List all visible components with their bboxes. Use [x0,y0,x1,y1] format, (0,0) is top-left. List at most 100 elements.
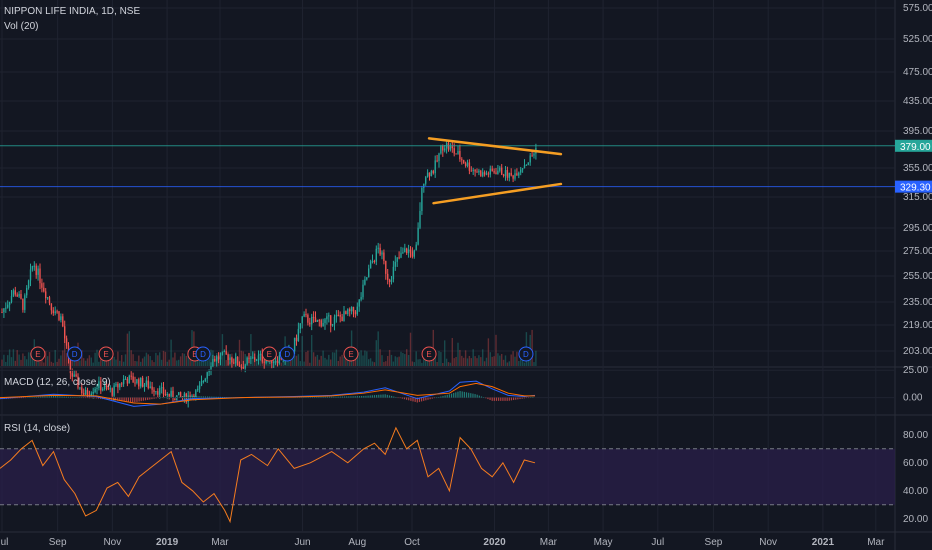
chart-canvas[interactable]: 379.00329.30 EDEEDEDEED 25.000.00 80.006… [0,0,932,550]
volume-bar [52,362,54,366]
volume-bar [79,360,81,366]
macd-histogram-bar [339,396,341,398]
volume-bar [307,350,309,366]
volume-bar [523,362,526,366]
candle-body [102,389,104,391]
macd-histogram-bar [425,397,427,401]
candle-body [128,375,130,384]
candle-body [461,159,463,161]
candle-body [502,174,505,176]
candle-body [381,252,383,255]
macd-histogram-bar [217,396,219,398]
candle-body [212,358,214,367]
macd-indicator-label[interactable]: MACD (12, 26, close, 9) [4,377,111,388]
macd-histogram-bar [155,397,157,399]
macd-histogram-bar [410,397,412,401]
macd-histogram-bar [438,397,440,398]
x-tick-label: Sep [49,537,67,548]
candle-body [22,298,24,310]
volume-bar [377,331,379,366]
candle-body [375,248,377,262]
candle-body [233,362,235,364]
volume-bar [60,355,62,366]
macd-histogram-bar [37,396,40,398]
macd-histogram-bar [40,396,42,398]
event-marker-letter: E [35,350,40,359]
symbol-title[interactable]: NIPPON LIFE INDIA, 1D, NSE [4,6,140,17]
macd-histogram-bar [74,397,76,398]
macd-histogram-bar [489,397,491,400]
candle-body [444,148,446,151]
candle-body [115,383,117,386]
candle-body [65,338,68,346]
volume-bar [518,360,520,366]
price-tick-label: 275.00 [903,246,932,257]
macd-histogram-bar [93,397,95,399]
macd-histogram-bar [324,396,326,398]
volume-bar [181,353,184,366]
volume-bar [83,358,85,366]
candle-body [426,172,429,178]
volume-bar [324,357,326,366]
volume-bar [179,356,182,366]
volume-indicator-label[interactable]: Vol (20) [4,21,38,32]
macd-histogram-bar [453,392,455,398]
volume-bar [280,362,282,366]
x-tick-label: Mar [540,537,558,548]
volume-bar [96,349,98,366]
volume-bar [305,351,307,366]
price-tick-label: 395.00 [903,126,932,137]
rsi-indicator-label[interactable]: RSI (14, close) [4,423,70,434]
candle-body [447,143,450,150]
candle-body [252,357,254,359]
candle-body [58,311,60,320]
volume-bar [98,361,100,366]
volume-bar [480,357,482,366]
volume-bar [225,360,227,366]
macd-histogram-bar [515,397,517,400]
volume-bar [362,355,364,366]
candle-body [130,375,132,377]
candle-body [518,172,520,176]
price-tick-label: 525.00 [903,34,932,45]
macd-histogram-bar [397,397,399,399]
volume-bar [476,358,478,366]
macd-histogram-bar [393,396,395,398]
macd-histogram-bar [495,397,498,401]
volume-bar [402,352,404,366]
macd-histogram-bar [144,397,147,401]
macd-histogram-bar [427,397,429,400]
macd-histogram-bar [500,397,502,401]
candle-body [12,290,15,296]
volume-bar [43,362,45,366]
candle-body [493,171,495,173]
volume-bar [149,356,151,366]
candle-body [387,273,389,280]
volume-bar [383,361,385,366]
volume-bar [445,358,448,366]
candle-body [240,366,243,368]
macd-histogram-bar [44,396,46,398]
x-tick-label: Aug [348,537,366,548]
candle-body [514,173,516,179]
volume-bar [455,356,457,366]
volume-bar [409,332,412,366]
volume-bar [115,359,117,366]
candle-body [92,391,94,394]
candle-body [238,365,241,367]
candle-body [341,316,343,322]
candle-body [368,268,370,278]
event-marker-letter: D [523,350,529,359]
macd-histogram-bar [85,397,87,399]
volume-bar [295,355,298,366]
volume-bar [472,349,474,366]
rsi-pane: 80.00 60.00 40.00 20.00 [0,426,928,525]
macd-histogram-bar [343,396,346,398]
candle-body [244,364,246,369]
volume-bar [388,349,391,366]
macd-histogram-bar [406,397,408,400]
candle-body [423,183,425,188]
candle-body [84,390,87,395]
candle-body [373,261,376,263]
volume-bar [411,361,414,366]
